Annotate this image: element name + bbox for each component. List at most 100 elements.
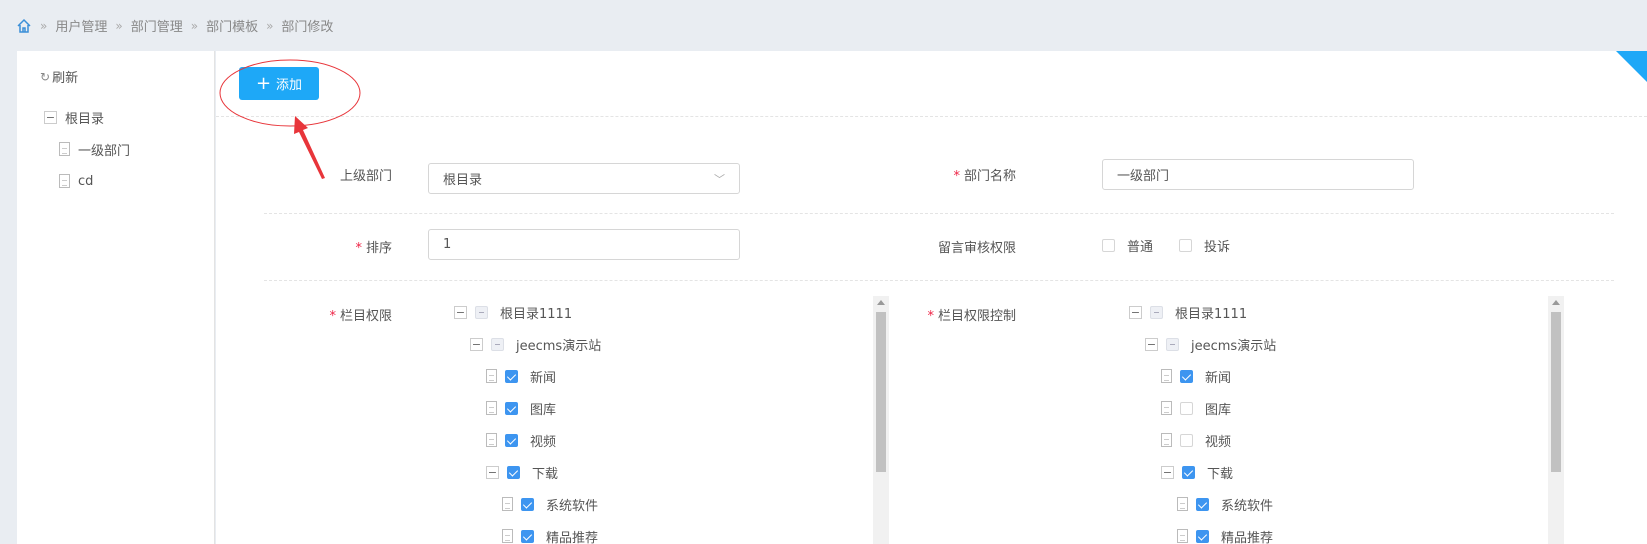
home-icon[interactable]: [16, 18, 32, 34]
tree-checkbox[interactable]: [521, 529, 534, 543]
tree-checkbox[interactable]: [1196, 529, 1209, 543]
tree-node[interactable]: 精品推荐: [1129, 520, 1529, 544]
sidebar-tree-root[interactable]: − 根目录: [44, 101, 104, 133]
tree-node[interactable]: − 下载: [454, 456, 854, 488]
add-button[interactable]: + 添加: [239, 67, 319, 100]
tree-node[interactable]: 图库: [1129, 392, 1529, 424]
tree-label[interactable]: 一级部门: [78, 140, 130, 159]
document-icon: [502, 529, 513, 543]
divider: [264, 280, 1614, 281]
department-sidebar: ↻ 刷新 − 根目录 一级部门 cd: [17, 51, 215, 544]
chevron-down-icon: ﹀: [714, 172, 725, 186]
breadcrumb-item[interactable]: 用户管理: [55, 16, 107, 35]
breadcrumb-item[interactable]: 部门管理: [131, 16, 183, 35]
tree-checkbox[interactable]: [1196, 497, 1209, 511]
main-panel: + 添加 上级部门 根目录 ﹀ * 部门名称 一级部门 * 排序 1 留言审核权限 …: [216, 51, 1647, 544]
tree-label[interactable]: 根目录: [65, 108, 104, 127]
scrollbar-thumb[interactable]: [876, 312, 886, 472]
order-label: * 排序: [355, 241, 392, 256]
dept-name-label: * 部门名称: [953, 169, 1016, 184]
scrollbar-thumb[interactable]: [1551, 312, 1561, 472]
tree-node[interactable]: − 根目录1111: [454, 296, 854, 328]
refresh-icon: ↻: [40, 69, 51, 84]
tree-label[interactable]: 精品推荐: [1221, 527, 1273, 544]
tree-checkbox[interactable]: [1180, 401, 1193, 415]
tree-node[interactable]: − jeecms演示站: [1129, 328, 1529, 360]
tree-label[interactable]: 视频: [530, 431, 556, 450]
tree-label[interactable]: cd: [78, 174, 93, 189]
breadcrumb-separator: »: [190, 18, 199, 33]
review-complaint-checkbox[interactable]: [1179, 238, 1193, 252]
sidebar-tree-item[interactable]: cd: [59, 165, 93, 197]
breadcrumb-item[interactable]: 部门模板: [206, 16, 258, 35]
channel-permission-tree: − 根目录1111 − jeecms演示站新闻图库视频 − 下载系统软件精品推荐: [454, 296, 854, 544]
tree-label[interactable]: 精品推荐: [546, 527, 598, 544]
document-icon: [1161, 369, 1172, 383]
scroll-up-icon[interactable]: [1552, 300, 1560, 305]
tree-checkbox[interactable]: [475, 305, 488, 319]
parent-dept-select[interactable]: 根目录 ﹀: [428, 163, 740, 194]
tree-checkbox[interactable]: [1180, 369, 1193, 383]
parent-dept-value: 根目录: [443, 173, 483, 188]
tree-checkbox[interactable]: [1150, 305, 1163, 319]
tree-node[interactable]: 图库: [454, 392, 854, 424]
collapse-icon[interactable]: −: [1161, 465, 1174, 479]
sidebar-tree-item[interactable]: 一级部门: [59, 133, 130, 165]
tree-label[interactable]: 系统软件: [546, 495, 598, 514]
document-icon: [1177, 529, 1188, 543]
channel-control-label-text: 栏目权限控制: [937, 309, 1016, 324]
tree-node[interactable]: 系统软件: [1129, 488, 1529, 520]
collapse-icon[interactable]: −: [1145, 337, 1158, 351]
tree-label[interactable]: 下载: [1207, 463, 1233, 482]
tree-checkbox[interactable]: [521, 497, 534, 511]
tree-label[interactable]: jeecms演示站: [516, 335, 601, 354]
tree-node[interactable]: − 根目录1111: [1129, 296, 1529, 328]
tree-label[interactable]: 新闻: [530, 367, 556, 386]
tree-node[interactable]: − 下载: [1129, 456, 1529, 488]
tree-node[interactable]: 视频: [1129, 424, 1529, 456]
tree-label[interactable]: 图库: [1205, 399, 1231, 418]
tree-checkbox[interactable]: [1166, 337, 1179, 351]
tree-checkbox[interactable]: [507, 465, 520, 479]
tree-checkbox[interactable]: [491, 337, 504, 351]
order-input[interactable]: 1: [428, 229, 740, 260]
tree-label[interactable]: 根目录1111: [1175, 303, 1247, 322]
tree-checkbox[interactable]: [505, 433, 518, 447]
collapse-icon[interactable]: −: [454, 305, 467, 319]
refresh-button[interactable]: ↻ 刷新: [40, 67, 78, 87]
tree-label[interactable]: jeecms演示站: [1191, 335, 1276, 354]
scrollbar[interactable]: [873, 296, 889, 544]
review-permission-label: 留言审核权限: [937, 241, 1016, 256]
document-icon: [1161, 401, 1172, 415]
scrollbar[interactable]: [1548, 296, 1564, 544]
dept-name-input[interactable]: 一级部门: [1102, 159, 1414, 190]
collapse-icon[interactable]: −: [44, 110, 57, 124]
tree-node[interactable]: 视频: [454, 424, 854, 456]
add-label: 添加: [276, 78, 303, 93]
tree-label[interactable]: 系统软件: [1221, 495, 1273, 514]
channel-permission-label: * 栏目权限: [329, 309, 392, 324]
tree-node[interactable]: 系统软件: [454, 488, 854, 520]
tree-label[interactable]: 视频: [1205, 431, 1231, 450]
help-corner-icon[interactable]: [1616, 51, 1647, 82]
document-icon: [1161, 433, 1172, 447]
tree-node[interactable]: 精品推荐: [454, 520, 854, 544]
collapse-icon[interactable]: −: [470, 337, 483, 351]
tree-checkbox[interactable]: [1180, 433, 1193, 447]
document-icon: [59, 174, 70, 188]
tree-checkbox[interactable]: [505, 401, 518, 415]
collapse-icon[interactable]: −: [1129, 305, 1142, 319]
tree-node[interactable]: 新闻: [454, 360, 854, 392]
tree-node[interactable]: 新闻: [1129, 360, 1529, 392]
review-option-label: 投诉: [1204, 239, 1231, 255]
tree-label[interactable]: 图库: [530, 399, 556, 418]
review-normal-checkbox[interactable]: [1102, 238, 1115, 252]
collapse-icon[interactable]: −: [486, 465, 499, 479]
tree-node[interactable]: − jeecms演示站: [454, 328, 854, 360]
tree-checkbox[interactable]: [505, 369, 518, 383]
tree-label[interactable]: 根目录1111: [500, 303, 572, 322]
review-options: 普通 投诉: [1102, 229, 1230, 261]
tree-label[interactable]: 新闻: [1205, 367, 1231, 386]
tree-checkbox[interactable]: [1182, 465, 1195, 479]
tree-label[interactable]: 下载: [532, 463, 558, 482]
